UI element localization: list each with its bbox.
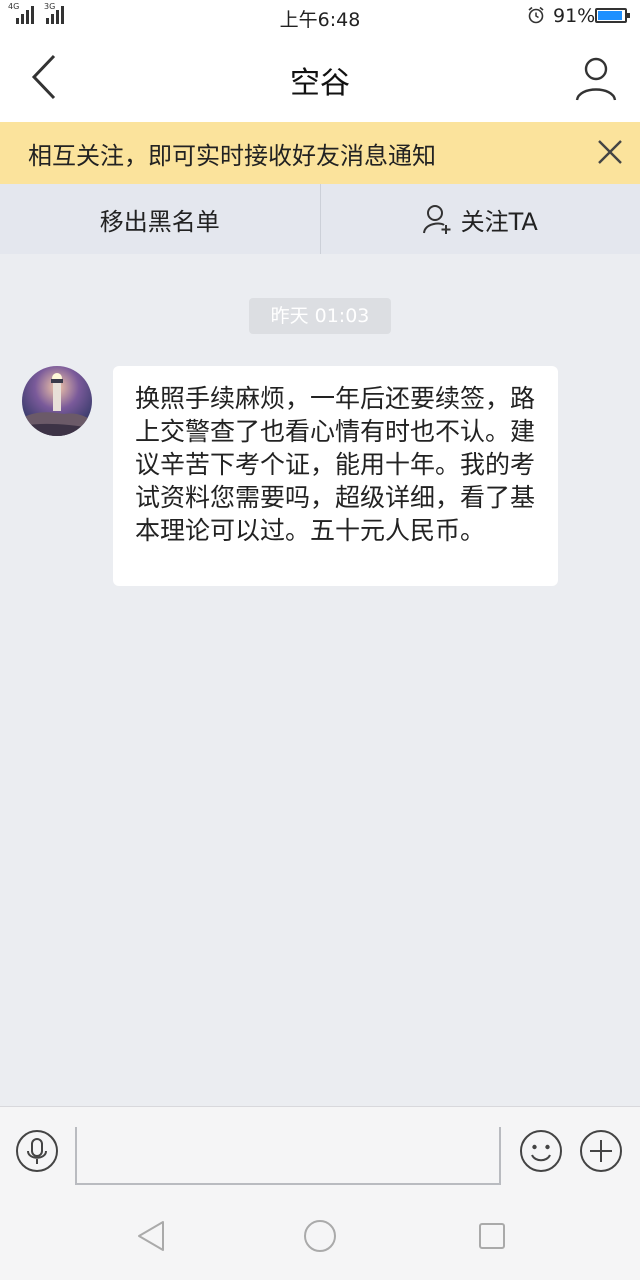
status-bar: 4G 3G 上午6:48 91% (0, 0, 640, 34)
battery-icon (595, 8, 630, 23)
smiley-icon[interactable] (519, 1129, 563, 1173)
close-icon[interactable] (596, 138, 624, 166)
plus-circle-icon[interactable] (579, 1129, 623, 1173)
recents-square-icon[interactable] (472, 1216, 512, 1256)
battery-fill (598, 11, 622, 20)
alarm-icon (527, 6, 545, 24)
back-triangle-icon[interactable] (131, 1216, 171, 1256)
user-plus-icon (422, 203, 453, 235)
follow-button[interactable]: 关注TA (321, 184, 640, 254)
message-bubble: 换照手续麻烦，一年后还要续签，路上交警查了也看心情有时也不认。建议辛苦下考个证，… (113, 366, 558, 586)
avatar[interactable] (22, 366, 92, 436)
page-title: 空谷 (290, 66, 350, 101)
remove-blacklist-label: 移出黑名单 (99, 207, 220, 236)
microphone-icon[interactable] (15, 1129, 59, 1173)
input-bar (0, 1106, 640, 1195)
remove-blacklist-button[interactable]: 移出黑名单 (0, 184, 320, 254)
nav-bar: 空谷 (0, 34, 640, 122)
message-timestamp: 昨天 01:03 (249, 298, 391, 334)
user-icon[interactable] (574, 54, 618, 102)
action-bar: 移出黑名单 关注TA (0, 184, 640, 254)
follow-notice: 相互关注，即可实时接收好友消息通知 (0, 122, 640, 184)
home-circle-icon[interactable] (300, 1216, 340, 1256)
message-input[interactable] (75, 1127, 501, 1185)
follow-label: 关注TA (460, 207, 538, 236)
battery-percent: 91% (553, 5, 596, 27)
notice-text: 相互关注，即可实时接收好友消息通知 (28, 142, 436, 170)
system-nav-bar (0, 1194, 640, 1280)
